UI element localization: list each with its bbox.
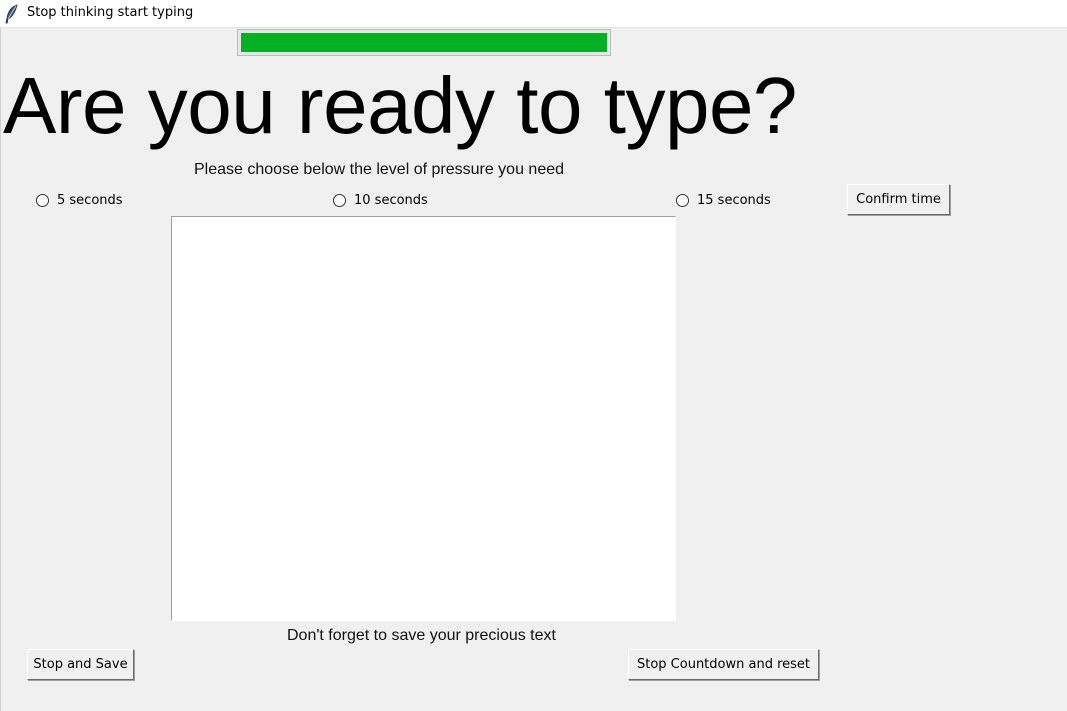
title-bar: Stop thinking start typing [0,0,1067,28]
app-window: Stop thinking start typing Are you ready… [0,0,1067,711]
radio-label: 5 seconds [57,192,123,208]
window-border [0,28,1,711]
radio-label: 10 seconds [354,192,428,208]
radio-circle-icon [36,193,49,207]
confirm-time-button[interactable]: Confirm time [847,184,950,215]
typing-area[interactable] [171,216,676,621]
feather-icon [5,4,19,24]
stop-countdown-reset-button[interactable]: Stop Countdown and reset [628,649,819,680]
radio-15-seconds[interactable]: 15 seconds [676,190,771,210]
radio-circle-icon [333,193,346,207]
save-reminder: Don't forget to save your precious text [287,627,556,644]
radio-circle-icon [676,193,689,207]
radio-5-seconds[interactable]: 5 seconds [36,190,123,210]
stop-and-save-button[interactable]: Stop and Save [27,649,134,680]
window-title: Stop thinking start typing [27,5,194,20]
pressure-instruction: Please choose below the level of pressur… [194,161,565,178]
page-title: Are you ready to type? [3,61,797,150]
radio-label: 15 seconds [697,192,771,208]
countdown-progress-bar [237,29,611,56]
radio-10-seconds[interactable]: 10 seconds [333,190,428,210]
progress-fill [241,33,607,52]
